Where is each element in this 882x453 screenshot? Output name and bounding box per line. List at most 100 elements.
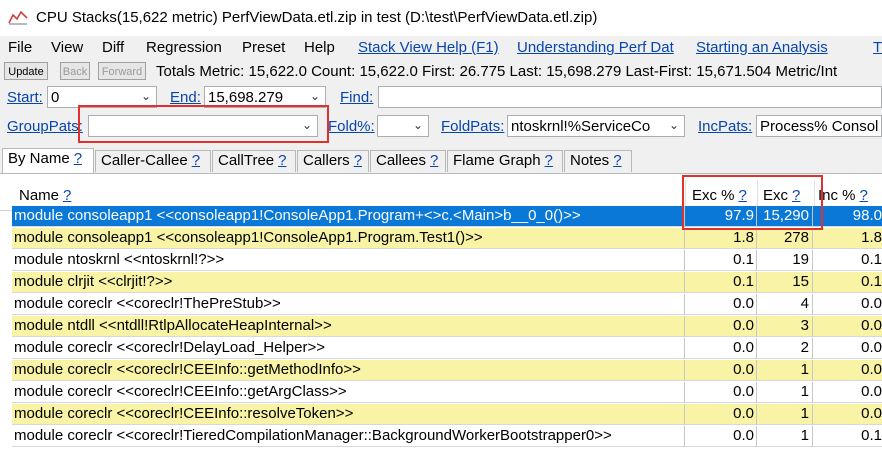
cell-divider — [756, 360, 757, 381]
row-name-cell: module coreclr <<coreclr!CEEInfo::getArg… — [14, 383, 347, 400]
row-name-cell: module coreclr <<coreclr!CEEInfo::resolv… — [14, 405, 354, 422]
row-inc-pct-cell: 0.1 — [861, 251, 882, 268]
row-exc-cell: 1 — [800, 361, 809, 378]
table-row[interactable]: module coreclr <<coreclr!TieredCompilati… — [12, 426, 882, 447]
menu-diff[interactable]: Diff — [102, 39, 124, 56]
cell-divider — [756, 272, 757, 293]
row-inc-pct-cell: 1.8 — [861, 229, 882, 246]
incpats-label[interactable]: IncPats: — [698, 118, 752, 135]
menu-help[interactable]: Help — [304, 39, 335, 56]
column-header-inc-pct[interactable]: Inc %? — [818, 187, 868, 204]
row-exc-cell: 2 — [800, 339, 809, 356]
cell-divider — [684, 382, 685, 403]
back-button[interactable]: Back — [60, 62, 90, 80]
cell-divider — [684, 404, 685, 425]
view-tabs: By Name? Caller-Callee? CallTree? Caller… — [0, 148, 882, 173]
cell-divider — [756, 250, 757, 271]
cell-divider — [812, 338, 813, 359]
cell-divider — [684, 272, 685, 293]
foldpats-field[interactable]: ntoskrnl!%ServiceCo ⌄ — [507, 115, 685, 137]
row-inc-pct-cell: 0.0 — [861, 317, 882, 334]
cell-divider — [756, 228, 757, 249]
cell-divider — [812, 404, 813, 425]
tab-caller-callee[interactable]: Caller-Callee? — [95, 150, 211, 172]
cell-divider — [684, 228, 685, 249]
menu-regression[interactable]: Regression — [146, 39, 222, 56]
row-inc-pct-cell: 0.1 — [861, 427, 882, 444]
table-row[interactable]: module coreclr <<coreclr!CEEInfo::getArg… — [12, 382, 882, 403]
row-name-cell: module consoleapp1 <<consoleapp1!Console… — [14, 229, 483, 246]
cell-divider — [756, 382, 757, 403]
chevron-down-icon[interactable]: ⌄ — [141, 89, 151, 103]
cell-divider — [684, 426, 685, 447]
link-starting-an-analysis[interactable]: Starting an Analysis — [696, 39, 828, 56]
row-name-cell: module clrjit <<clrjit!?>> — [14, 273, 173, 290]
window-title: CPU Stacks(15,622 metric) PerfViewData.e… — [36, 9, 598, 26]
tab-callers[interactable]: Callers? — [297, 150, 369, 172]
tab-by-name[interactable]: By Name? — [2, 148, 94, 173]
row-exc-pct-cell: 0.0 — [733, 405, 754, 422]
forward-button[interactable]: Forward — [98, 62, 146, 80]
menu-bar: File View Diff Regression Preset Help St… — [0, 37, 882, 61]
table-row[interactable]: module coreclr <<coreclr!CEEInfo::getMet… — [12, 360, 882, 381]
menu-file[interactable]: File — [8, 39, 32, 56]
cell-divider — [812, 316, 813, 337]
row-exc-cell: 1 — [800, 427, 809, 444]
tab-flame-graph[interactable]: Flame Graph? — [447, 150, 563, 172]
tab-notes[interactable]: Notes? — [564, 150, 632, 172]
cell-divider — [684, 294, 685, 315]
cell-divider — [756, 404, 757, 425]
chevron-down-icon[interactable]: ⌄ — [669, 118, 679, 132]
cell-divider — [812, 228, 813, 249]
cell-divider — [812, 294, 813, 315]
find-label[interactable]: Find: — [340, 89, 373, 106]
incpats-field[interactable]: Process% Consol — [756, 115, 882, 137]
row-name-cell: module ntoskrnl <<ntoskrnl!?>> — [14, 251, 225, 268]
cell-divider — [756, 316, 757, 337]
table-row[interactable]: module coreclr <<coreclr!CEEInfo::resolv… — [12, 404, 882, 425]
chevron-down-icon[interactable]: ⌄ — [310, 89, 320, 103]
row-exc-cell: 278 — [783, 229, 809, 246]
chart-icon — [8, 10, 28, 25]
row-inc-pct-cell: 0.1 — [861, 273, 882, 290]
tab-calltree[interactable]: CallTree? — [212, 150, 296, 172]
link-truncated[interactable]: T — [873, 39, 882, 56]
row-name-cell: module coreclr <<coreclr!ThePreStub>> — [14, 295, 281, 312]
row-inc-pct-cell: 0.0 — [861, 339, 882, 356]
fold-field[interactable]: ⌄ — [377, 115, 429, 137]
end-label[interactable]: End: — [170, 89, 201, 106]
row-exc-pct-cell: 0.1 — [733, 251, 754, 268]
table-row[interactable]: module clrjit <<clrjit!?>> 0.1 15 0.1 — [12, 272, 882, 293]
table-row[interactable]: module ntdll <<ntdll!RtlpAllocateHeapInt… — [12, 316, 882, 337]
row-exc-pct-cell: 1.8 — [733, 229, 754, 246]
grouppats-label[interactable]: GroupPats: — [7, 118, 83, 135]
title-bar: CPU Stacks(15,622 metric) PerfViewData.e… — [0, 0, 882, 36]
table-row[interactable]: module coreclr <<coreclr!DelayLoad_Helpe… — [12, 338, 882, 359]
row-exc-cell: 19 — [792, 251, 809, 268]
highlight-box-exc-columns — [682, 175, 823, 230]
row-exc-pct-cell: 0.1 — [733, 273, 754, 290]
table-row[interactable]: module ntoskrnl <<ntoskrnl!?>> 0.1 19 0.1 — [12, 250, 882, 271]
table-row[interactable]: module coreclr <<coreclr!ThePreStub>> 0.0… — [12, 294, 882, 315]
tab-callees[interactable]: Callees? — [370, 150, 446, 172]
start-label[interactable]: Start: — [7, 89, 43, 106]
cell-divider — [756, 338, 757, 359]
start-value: 0 — [51, 89, 60, 106]
toolbar: Update Back Forward Totals Metric: 15,62… — [0, 61, 882, 83]
foldpats-label[interactable]: FoldPats: — [441, 118, 504, 135]
link-stack-view-help[interactable]: Stack View Help (F1) — [358, 39, 499, 56]
cell-divider — [684, 250, 685, 271]
menu-preset[interactable]: Preset — [242, 39, 285, 56]
menu-view[interactable]: View — [51, 39, 83, 56]
link-understanding-perf-data[interactable]: Understanding Perf Dat — [517, 39, 674, 56]
table-row[interactable]: module consoleapp1 <<consoleapp1!Console… — [12, 228, 882, 249]
fold-label[interactable]: Fold%: — [328, 118, 375, 135]
update-button[interactable]: Update — [4, 62, 48, 80]
cell-divider — [684, 338, 685, 359]
column-header-name[interactable]: Name? — [19, 187, 71, 204]
cell-divider — [812, 382, 813, 403]
row-exc-cell: 4 — [800, 295, 809, 312]
row-exc-cell: 3 — [800, 317, 809, 334]
chevron-down-icon[interactable]: ⌄ — [413, 118, 423, 132]
find-field[interactable] — [378, 86, 882, 108]
